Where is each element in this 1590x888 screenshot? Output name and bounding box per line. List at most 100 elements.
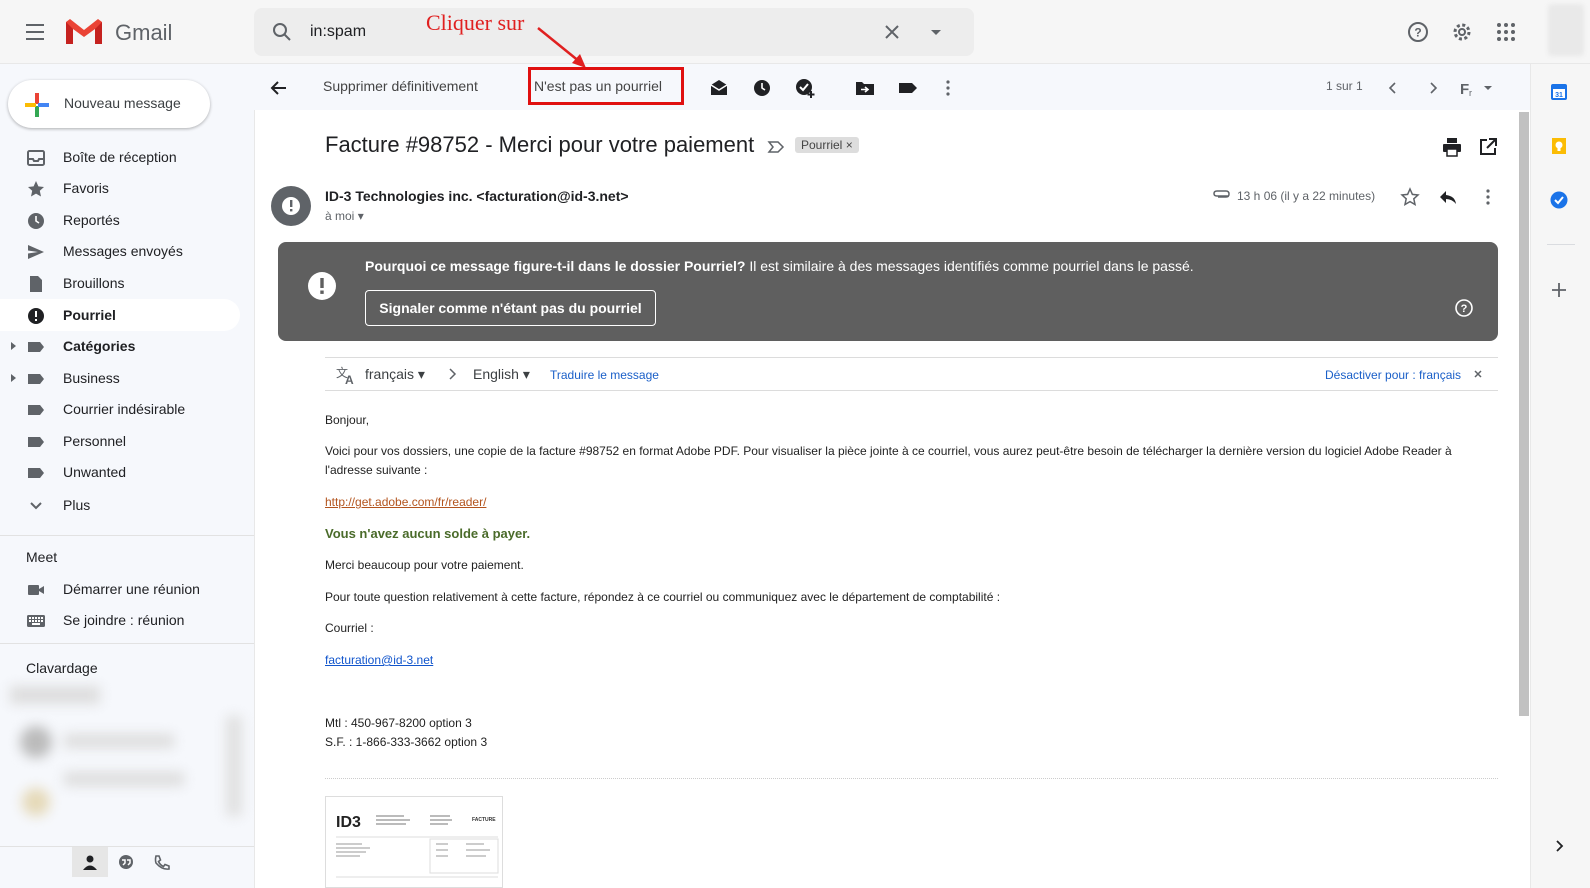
remove-label-icon[interactable]: × (846, 138, 853, 152)
expand-caret-icon[interactable] (10, 341, 18, 351)
source-language-select[interactable]: français ▾ (365, 366, 425, 383)
draft-file-icon (26, 274, 46, 294)
settings-gear-icon[interactable] (1450, 20, 1474, 44)
billing-email-link[interactable]: facturation@id-3.net (325, 651, 433, 670)
sidebar-item-categories[interactable]: Catégories (0, 330, 240, 362)
search-icon[interactable] (270, 20, 294, 44)
sidebar-divider (0, 535, 254, 536)
help-circle-icon[interactable]: ? (1454, 298, 1474, 318)
meet-section-title: Meet (26, 549, 58, 565)
sidebar-divider (0, 643, 254, 644)
thanks-text: Merci beaucoup pour votre paiement. (325, 558, 524, 572)
top-header: Gmail in:spam Cliquer sur ? (0, 0, 1590, 68)
question-text: Pour toute question relativement à cette… (325, 590, 1001, 604)
chat-contacts-blurred (10, 676, 250, 846)
add-task-icon[interactable] (794, 77, 816, 99)
account-avatar[interactable] (1548, 4, 1584, 56)
sidebar-item-spam[interactable]: Pourriel (0, 299, 240, 331)
target-language-select[interactable]: English ▾ (473, 366, 530, 383)
inbox-icon (26, 148, 46, 168)
chat-bubble-icon[interactable] (116, 853, 136, 873)
translate-bar: 文A français ▾ English ▾ Traduire le mess… (325, 357, 1498, 391)
attachment-paperclip-icon (1211, 189, 1231, 203)
help-icon[interactable]: ? (1406, 20, 1430, 44)
tutorial-annotation: Cliquer sur (426, 10, 525, 35)
phone-icon[interactable] (152, 853, 172, 873)
sidebar-item-drafts[interactable]: Brouillons (0, 267, 240, 299)
translate-icon: 文A (335, 364, 357, 386)
sidebar-item-starred[interactable]: Favoris (0, 172, 240, 204)
attachment-title: FACTURE (472, 817, 496, 823)
meet-join-meeting[interactable]: Se joindre : réunion (0, 604, 240, 636)
report-not-spam-button[interactable]: Signaler comme n'étant pas du pourriel (365, 290, 656, 326)
star-outline-icon[interactable] (1399, 186, 1421, 208)
attachment-divider (325, 778, 1498, 779)
message-panel: Facture #98752 - Merci pour votre paieme… (254, 110, 1530, 888)
label-tag-icon[interactable] (897, 77, 919, 99)
main-menu-icon[interactable] (20, 18, 52, 46)
sender-avatar (271, 186, 311, 226)
recipient-text: à moi (325, 209, 355, 223)
close-icon[interactable] (1473, 369, 1483, 379)
sidebar-item-inbox[interactable]: Boîte de réception (0, 141, 240, 173)
meet-new-meeting[interactable]: Démarrer une réunion (0, 573, 240, 605)
recipient-dropdown-icon[interactable]: ▾ (358, 209, 364, 223)
add-addon-plus-icon[interactable] (1549, 280, 1569, 300)
importance-marker-icon[interactable] (767, 138, 785, 156)
sidebar-item-label: Plus (63, 497, 91, 513)
sidebar-item-personal[interactable]: Personnel (0, 425, 240, 457)
spam-label-chip[interactable]: Pourriel × (795, 137, 859, 153)
print-icon[interactable] (1441, 136, 1463, 158)
attachment-logo: ID3 (336, 814, 361, 831)
sidebar-item-junk[interactable]: Courrier indésirable (0, 393, 240, 425)
plus-icon (24, 92, 50, 118)
reply-icon[interactable] (1437, 186, 1459, 208)
recipient-details[interactable]: à moi ▾ (325, 209, 364, 223)
clear-search-icon[interactable] (880, 20, 904, 44)
mark-unread-icon[interactable] (708, 77, 730, 99)
keep-notes-icon[interactable] (1549, 136, 1569, 156)
message-more-icon[interactable] (1477, 186, 1499, 208)
scrollbar[interactable] (1519, 112, 1529, 716)
sidebar-item-more[interactable]: Plus (0, 489, 240, 521)
delete-forever-button[interactable]: Supprimer définitivement (323, 78, 478, 94)
search-bar[interactable]: in:spam (254, 8, 974, 56)
disable-translation-link[interactable]: Désactiver pour : français (1325, 368, 1461, 382)
sidebar-item-unwanted[interactable]: Unwanted (0, 456, 240, 488)
source-language-text: français (365, 366, 415, 382)
dropdown-caret-icon: ▾ (417, 366, 425, 382)
keyboard-icon (26, 611, 46, 631)
not-spam-button[interactable]: N'est pas un pourriel (534, 78, 662, 94)
chevron-right-icon (445, 367, 459, 381)
tasks-icon[interactable] (1549, 190, 1569, 210)
sidebar-item-business[interactable]: Business (0, 362, 240, 394)
gmail-logo-icon[interactable] (64, 16, 104, 48)
open-new-window-icon[interactable] (1477, 136, 1499, 158)
compose-button[interactable]: Nouveau message (8, 80, 210, 128)
svg-text:A: A (345, 373, 354, 386)
calendar-icon[interactable]: 31 (1549, 82, 1569, 102)
adobe-reader-link[interactable]: http://get.adobe.com/fr/reader/ (325, 493, 486, 512)
back-arrow-icon[interactable] (268, 77, 290, 99)
more-vertical-icon[interactable] (937, 77, 959, 99)
pdf-attachment-thumbnail[interactable]: ID3 FACTURE (325, 796, 503, 888)
message-time: 13 h 06 (il y a 22 minutes) (1237, 189, 1376, 203)
move-to-icon[interactable] (854, 77, 876, 99)
apps-grid-icon[interactable] (1494, 20, 1518, 44)
chevron-left-icon[interactable] (1382, 77, 1404, 99)
sidebar-item-sent[interactable]: Messages envoyés (0, 235, 240, 267)
expand-caret-icon[interactable] (10, 373, 18, 383)
person-icon[interactable] (80, 853, 100, 873)
search-options-icon[interactable] (924, 20, 948, 44)
input-tools-icon[interactable]: Fr (1460, 77, 1496, 99)
chevron-right-icon[interactable] (1422, 77, 1444, 99)
translate-message-link[interactable]: Traduire le message (550, 368, 659, 382)
sidebar-item-label: Se joindre : réunion (63, 612, 185, 628)
sidebar-item-label: Brouillons (63, 275, 125, 291)
search-input[interactable]: in:spam (310, 23, 366, 41)
snooze-clock-icon[interactable] (751, 77, 773, 99)
sidebar-item-snoozed[interactable]: Reportés (0, 204, 240, 236)
sidebar-item-label: Courrier indésirable (63, 401, 186, 417)
expand-panel-chevron-icon[interactable] (1551, 838, 1567, 854)
video-camera-icon (26, 580, 46, 600)
